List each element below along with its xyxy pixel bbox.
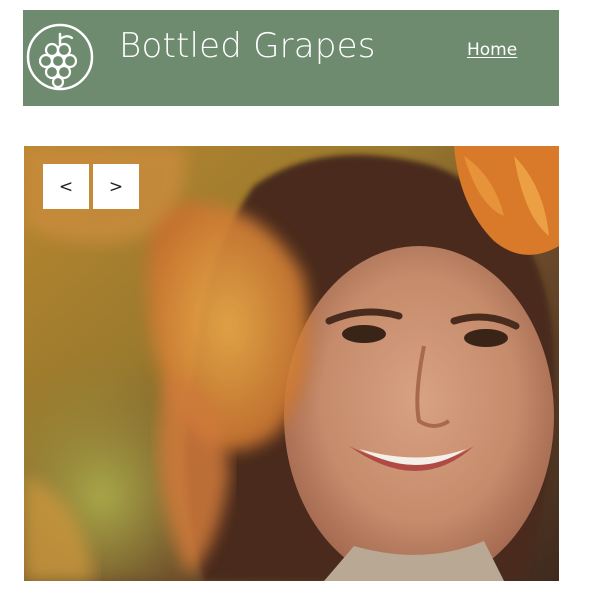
chevron-right-icon: >: [108, 176, 124, 197]
carousel-prev-button[interactable]: <: [43, 164, 89, 209]
hero-carousel: < >: [24, 146, 559, 581]
site-header: Bottled Grapes Home: [23, 10, 559, 106]
site-title[interactable]: Bottled Grapes: [119, 27, 376, 65]
chevron-left-icon: <: [58, 176, 74, 197]
nav-home-link[interactable]: Home: [467, 40, 517, 60]
page: Bottled Grapes Home < >: [0, 0, 600, 600]
hero-image: [24, 146, 559, 581]
carousel-next-button[interactable]: >: [93, 164, 139, 209]
grape-logo-icon[interactable]: [25, 22, 95, 92]
